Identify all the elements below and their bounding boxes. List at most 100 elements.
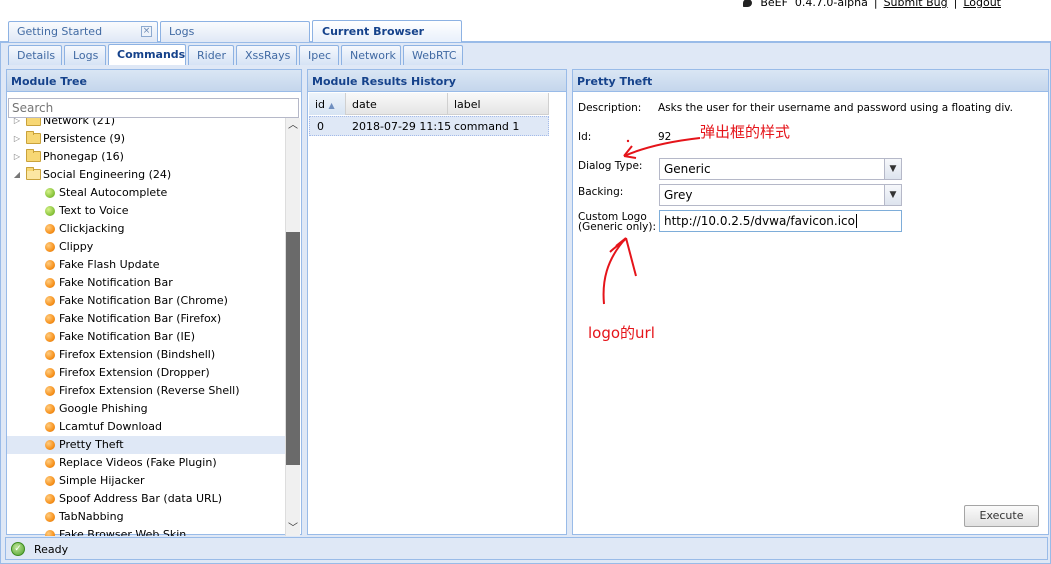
tree-folder[interactable]: ▷ Network (21) <box>7 118 285 130</box>
logout-link[interactable]: Logout <box>963 0 1001 9</box>
orange-status-icon <box>45 332 55 342</box>
execute-button[interactable]: Execute <box>964 505 1039 527</box>
tree-folder[interactable]: ▷ Persistence (9) <box>7 130 285 148</box>
tree-item[interactable]: Fake Flash Update <box>7 256 285 274</box>
tab-logs[interactable]: Logs <box>160 21 310 42</box>
id-label: Id: <box>578 131 592 143</box>
tab-webrtc[interactable]: WebRTC <box>403 45 463 65</box>
tree-item[interactable]: Simple Hijacker <box>7 472 285 490</box>
tree-item[interactable]: Fake Browser Web Skin... <box>7 526 285 536</box>
tab-label: Ipec <box>308 49 332 62</box>
results-title: Module Results History <box>308 70 566 92</box>
tab-current-browser[interactable]: Current Browser <box>312 20 462 42</box>
tree-item[interactable]: Clippy <box>7 238 285 256</box>
collapsed-arrow-icon[interactable]: ▷ <box>12 118 22 130</box>
module-tree: ▷ Network (21) ▷ Persistence (9) ▷ Phonegap (… <box>7 118 285 536</box>
chevron-down-icon[interactable]: ▼ <box>884 185 901 205</box>
tree-item[interactable]: Fake Notification Bar (IE) <box>7 328 285 346</box>
tab-ipec[interactable]: Ipec <box>299 45 339 65</box>
orange-status-icon <box>45 458 55 468</box>
scroll-down-icon[interactable]: ﹀ <box>286 521 300 536</box>
tree-item-label: Lcamtuf Download <box>59 420 162 433</box>
annotation-arrow-logo <box>602 237 637 305</box>
annotation-arrow-dialog <box>623 137 701 159</box>
tree-item[interactable]: Text to Voice <box>7 202 285 220</box>
tree-item-label: Firefox Extension (Dropper) <box>59 366 210 379</box>
orange-status-icon <box>45 404 55 414</box>
tab-label: Details <box>17 49 56 62</box>
tab-getting-started[interactable]: Getting Started × <box>8 21 158 42</box>
tree-item-label: Google Phishing <box>59 402 148 415</box>
tree-item[interactable]: TabNabbing <box>7 508 285 526</box>
tree-item-label: Fake Notification Bar (IE) <box>59 330 195 343</box>
tree-folder-label: Network (21) <box>43 118 116 127</box>
tab-commands[interactable]: Commands <box>108 44 186 65</box>
tab-xssrays[interactable]: XssRays <box>236 45 297 65</box>
module-tree-panel: Module Tree ▷ Network (21) ▷ Persistence (9… <box>6 69 302 536</box>
green-status-icon <box>45 188 55 198</box>
tab-label: Logs <box>73 49 99 62</box>
tree-item-label: TabNabbing <box>59 510 124 523</box>
orange-status-icon <box>45 296 55 306</box>
orange-status-icon <box>45 440 55 450</box>
tab-network[interactable]: Network <box>341 45 401 65</box>
orange-status-icon <box>45 476 55 486</box>
column-label: label <box>454 98 481 111</box>
expanded-arrow-icon[interactable]: ◢ <box>12 166 22 184</box>
tree-item[interactable]: Firefox Extension (Bindshell) <box>7 346 285 364</box>
tree-item[interactable]: Replace Videos (Fake Plugin) <box>7 454 285 472</box>
folder-icon <box>26 149 41 162</box>
scroll-up-icon[interactable]: ︿ <box>286 118 300 133</box>
tree-item[interactable]: Fake Notification Bar (Firefox) <box>7 310 285 328</box>
cell-label: command 1 <box>454 120 520 133</box>
app-name: BeEF <box>760 0 788 9</box>
tree-item-label: Fake Flash Update <box>59 258 160 271</box>
tab-label: Network <box>350 49 396 62</box>
table-row[interactable]: 0 2018-07-29 11:15 command 1 <box>309 116 549 136</box>
tree-item[interactable]: Steal Autocomplete <box>7 184 285 202</box>
column-header-date[interactable]: date <box>346 93 448 115</box>
custom-logo-input[interactable]: http://10.0.2.5/dvwa/favicon.ico <box>659 210 902 232</box>
check-icon: ✓ <box>11 542 25 556</box>
chevron-down-icon[interactable]: ▼ <box>884 159 901 179</box>
tree-folder[interactable]: ▷ Phonegap (16) <box>7 148 285 166</box>
results-grid-header: id ▲ date label <box>309 93 549 115</box>
tab-logs-inner[interactable]: Logs <box>64 45 106 65</box>
submit-bug-link[interactable]: Submit Bug <box>884 0 948 9</box>
orange-status-icon <box>45 368 55 378</box>
tree-item[interactable]: Clickjacking <box>7 220 285 238</box>
sort-asc-icon: ▲ <box>328 101 335 110</box>
backing-select[interactable]: Grey ▼ <box>659 184 902 206</box>
tab-rider[interactable]: Rider <box>188 45 234 65</box>
tab-details[interactable]: Details <box>8 45 62 65</box>
collapsed-arrow-icon[interactable]: ▷ <box>12 148 22 166</box>
tree-item[interactable]: Firefox Extension (Dropper) <box>7 364 285 382</box>
tab-label: Logs <box>169 25 195 38</box>
tab-label: WebRTC <box>412 49 457 62</box>
annotation-dialog-style: 弹出框的样式 <box>700 123 791 141</box>
orange-status-icon <box>45 278 55 288</box>
tree-item-label: Fake Notification Bar (Chrome) <box>59 294 228 307</box>
tree-item[interactable]: Pretty Theft <box>7 436 285 454</box>
tree-item[interactable]: Lcamtuf Download <box>7 418 285 436</box>
tree-folder[interactable]: ◢ Social Engineering (24) <box>7 166 285 184</box>
status-bar: ✓ Ready <box>5 537 1048 560</box>
tab-label: Commands <box>117 48 186 61</box>
tree-item[interactable]: Firefox Extension (Reverse Shell) <box>7 382 285 400</box>
orange-status-icon <box>45 260 55 270</box>
column-header-label[interactable]: label <box>448 93 549 115</box>
tree-item[interactable]: Fake Notification Bar (Chrome) <box>7 292 285 310</box>
tree-item[interactable]: Fake Notification Bar <box>7 274 285 292</box>
tree-scrollbar[interactable]: ︿ ﹀ <box>285 118 300 536</box>
tree-item-label: Firefox Extension (Bindshell) <box>59 348 216 361</box>
close-icon[interactable]: × <box>141 26 152 37</box>
collapsed-arrow-icon[interactable]: ▷ <box>12 130 22 148</box>
scroll-thumb[interactable] <box>286 232 300 465</box>
orange-status-icon <box>45 512 55 522</box>
orange-status-icon <box>45 530 55 536</box>
search-input[interactable] <box>8 98 299 118</box>
tree-item[interactable]: Google Phishing <box>7 400 285 418</box>
tree-item-label: Fake Notification Bar (Firefox) <box>59 312 222 325</box>
tree-item[interactable]: Spoof Address Bar (data URL) <box>7 490 285 508</box>
column-header-id[interactable]: id ▲ <box>309 93 346 115</box>
